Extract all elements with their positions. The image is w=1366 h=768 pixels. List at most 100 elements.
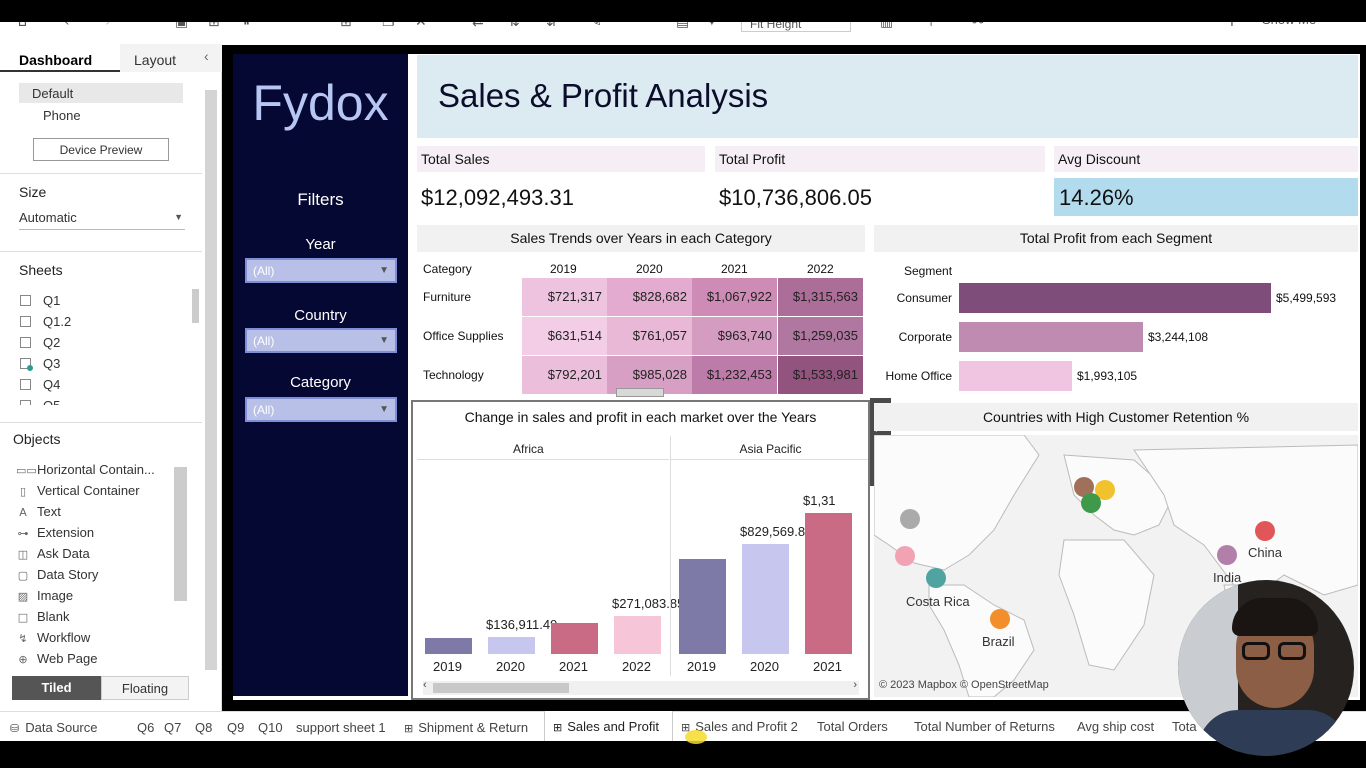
map-marker[interactable] (1217, 545, 1237, 565)
filter-category-dropdown[interactable]: (All) ▼ (245, 397, 397, 422)
segment-label: Home Office (885, 369, 952, 383)
market-x-label: 2020 (496, 659, 525, 674)
collapse-icon[interactable]: ‹ (204, 48, 209, 64)
object-item[interactable]: ▢ Data Story (16, 567, 99, 582)
object-item[interactable]: ▨ Image (16, 588, 73, 603)
objects-scrollbar[interactable] (174, 467, 187, 601)
heatmap-cell[interactable]: $828,682 (607, 278, 692, 316)
segment-value-label: $5,499,593 (1276, 291, 1337, 305)
active-sheet-tab[interactable]: ⊞ Sales and Profit (544, 711, 673, 741)
object-label: Text (37, 504, 61, 519)
segment-label: Consumer (896, 291, 952, 305)
device-preview-button[interactable]: Device Preview (33, 138, 169, 161)
sheet-item[interactable]: Q1.2 (20, 314, 71, 329)
sheets-scrollbar[interactable] (192, 289, 199, 323)
device-default-label: Default (32, 86, 74, 101)
object-item[interactable]: A Text (16, 504, 61, 519)
object-label: Extension (37, 525, 95, 540)
filter-year-dropdown[interactable]: (All) ▼ (245, 258, 397, 283)
heatmap-row-label: Furniture (423, 290, 472, 304)
scroll-right-icon[interactable]: › (853, 679, 857, 691)
map-marker[interactable] (990, 609, 1010, 629)
market-bar[interactable] (425, 638, 472, 654)
heatmap-cell[interactable]: $1,232,453 (692, 356, 777, 394)
data-story-icon: ▢ (17, 569, 29, 582)
sheet-tab[interactable]: Q10 (258, 720, 283, 735)
blank-icon: □ (17, 611, 29, 624)
market-bar[interactable] (679, 559, 726, 654)
person-hair (1232, 598, 1318, 636)
object-label: Horizontal Contain... (37, 462, 155, 477)
map-label: China (1248, 545, 1282, 560)
heatmap-cell[interactable]: $1,315,563 (778, 278, 863, 316)
sheet-tab-label: Sales and Profit (567, 719, 659, 734)
market-bar[interactable] (488, 637, 535, 654)
object-item[interactable]: ◫ Ask Data (16, 546, 90, 561)
heatmap-cell[interactable]: $963,740 (692, 317, 777, 355)
sheet-tab[interactable]: Total Number of Returns (914, 719, 1055, 734)
map-marker[interactable] (900, 509, 920, 529)
map-marker[interactable] (1255, 521, 1275, 541)
size-dropdown[interactable]: Automatic ▼ (19, 210, 185, 230)
sheet-item[interactable]: Q4 (20, 377, 60, 392)
sheet-tab[interactable]: Q8 (195, 720, 212, 735)
sheet-label: Q5 (43, 398, 60, 405)
heatmap-cell[interactable]: $792,201 (522, 356, 607, 394)
heatmap-table: Category 2019 2020 2021 2022 Furniture $7… (417, 258, 865, 398)
sheet-tab[interactable]: Avg ship cost (1077, 719, 1154, 734)
sheet-item[interactable]: Q5 (20, 398, 60, 405)
object-item[interactable]: ↯ Workflow (16, 630, 90, 645)
segment-label: Corporate (898, 330, 952, 344)
segment-bar[interactable] (959, 361, 1072, 391)
tiled-button[interactable]: Tiled (12, 676, 101, 700)
heatmap-cell[interactable]: $1,533,981 (778, 356, 863, 394)
heatmap-cell[interactable]: $1,259,035 (778, 317, 863, 355)
workflow-icon: ↯ (18, 632, 28, 645)
heatmap-title: Sales Trends over Years in each Category (417, 225, 865, 252)
filter-category-value: (All) (253, 403, 275, 417)
data-source-tab[interactable]: ⛁ Data Source (10, 720, 97, 735)
scroll-thumb[interactable] (433, 683, 569, 693)
market-bar[interactable] (805, 513, 852, 654)
left-pane-scrollbar[interactable] (205, 90, 217, 670)
object-item[interactable]: ⊕ Web Page (16, 651, 97, 666)
object-item[interactable]: □ Blank (16, 609, 70, 624)
sheet-item[interactable]: Q2 (20, 335, 60, 350)
map-marker[interactable] (895, 546, 915, 566)
horizontal-scrollbar[interactable]: ‹ › (423, 679, 859, 695)
scroll-left-icon[interactable]: ‹ (423, 679, 427, 691)
object-item[interactable]: ⊶ Extension (16, 525, 95, 540)
market-chart-title: Change in sales and profit in each marke… (464, 409, 817, 425)
object-item[interactable]: ▭▭Horizontal Contain... (16, 462, 155, 477)
filter-country-dropdown[interactable]: (All) ▼ (245, 328, 397, 353)
heatmap-cell[interactable]: $761,057 (607, 317, 692, 355)
map-label: Brazil (982, 634, 1015, 649)
object-label: Vertical Container (37, 483, 140, 498)
sheet-tab[interactable]: ⊞ Shipment & Return (404, 720, 528, 735)
device-default[interactable]: Default (19, 83, 183, 103)
sheet-tab[interactable]: Q6 (137, 720, 154, 735)
sheet-tab[interactable]: Total Orders (817, 719, 888, 734)
object-item[interactable]: ▯ Vertical Container (16, 483, 140, 498)
map-marker[interactable] (1081, 493, 1101, 513)
tab-dashboard[interactable]: Dashboard (0, 44, 120, 72)
sheet-item[interactable]: Q3 (20, 356, 60, 371)
device-phone[interactable]: Phone (43, 108, 81, 123)
segment-bar[interactable] (959, 283, 1271, 313)
market-bar[interactable] (742, 544, 789, 654)
heatmap-cell[interactable]: $1,067,922 (692, 278, 777, 316)
heatmap-cell[interactable]: $721,317 (522, 278, 607, 316)
floating-button[interactable]: Floating (101, 676, 189, 700)
sheet-item[interactable]: Q1 (20, 293, 60, 308)
heatmap-cell[interactable]: $631,514 (522, 317, 607, 355)
sheet-tab[interactable]: Q7 (164, 720, 181, 735)
resize-handle[interactable] (616, 388, 664, 397)
market-bar[interactable] (614, 616, 661, 654)
market-bar[interactable] (551, 623, 598, 654)
sheet-tab[interactable]: Q9 (227, 720, 244, 735)
sheet-tab[interactable]: support sheet 1 (296, 720, 386, 735)
tab-layout[interactable]: Layout ‹ (120, 44, 222, 72)
divider (0, 251, 202, 252)
map-marker[interactable] (926, 568, 946, 588)
segment-bar[interactable] (959, 322, 1143, 352)
